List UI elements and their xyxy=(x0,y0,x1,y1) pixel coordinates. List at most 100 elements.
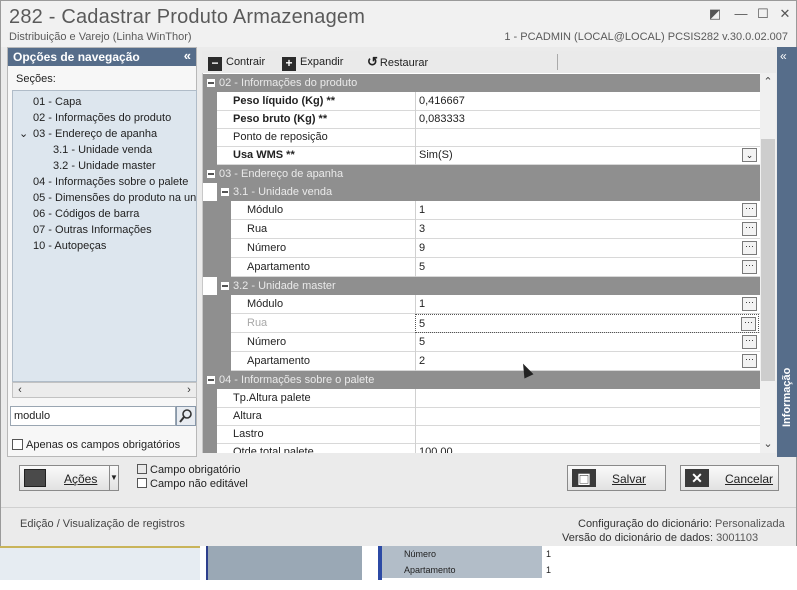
nav-header-title: Opções de navegação xyxy=(13,50,140,64)
subcategory-unidade-master[interactable]: 3.2 - Unidade master xyxy=(217,277,760,295)
collapse-icon[interactable] xyxy=(207,376,215,384)
scroll-up-icon[interactable]: ⌃ xyxy=(760,75,776,89)
peso-bruto-field[interactable]: 0,083333 xyxy=(415,110,759,129)
field-value: 3 xyxy=(419,223,426,235)
collapse-nav-icon[interactable]: « xyxy=(184,48,191,63)
tree-item-autopecas[interactable]: 10 - Autopeças xyxy=(33,238,106,254)
close-icon[interactable]: ✕ xyxy=(775,5,795,23)
category-palete[interactable]: 04 - Informações sobre o palete xyxy=(203,371,760,389)
tree-item-codigos-barra[interactable]: 06 - Códigos de barra xyxy=(33,206,139,222)
altura-field[interactable] xyxy=(415,407,759,426)
row-master-modulo: Módulo 1 ··· xyxy=(203,295,760,314)
field-value: 5 xyxy=(419,261,426,273)
tree-item-capa[interactable]: 01 - Capa xyxy=(33,94,81,110)
ellipsis-button[interactable]: ··· xyxy=(742,297,757,311)
subcategory-unidade-venda[interactable]: 3.1 - Unidade venda xyxy=(217,183,760,201)
checkbox-box[interactable] xyxy=(12,439,23,450)
restore-icon: ↺ xyxy=(367,54,378,69)
maximize-icon[interactable]: ☐ xyxy=(753,5,773,23)
master-modulo-field[interactable]: 1 ··· xyxy=(415,295,759,314)
scrollbar-thumb[interactable] xyxy=(761,139,775,381)
usa-wms-select[interactable]: Sim(S) ⌄ xyxy=(415,146,759,165)
tree-item-info-produto[interactable]: 02 - Informações do produto xyxy=(33,110,171,126)
required-only-label: Apenas os campos obrigatórios xyxy=(26,439,181,451)
legend-not-editable-label: Campo não editável xyxy=(150,478,248,490)
restore-button[interactable]: ↺ Restaurar xyxy=(367,53,428,71)
tp-altura-palete-field[interactable] xyxy=(415,389,759,408)
ellipsis-button[interactable]: ··· xyxy=(741,317,756,331)
ellipsis-button[interactable]: ··· xyxy=(742,260,757,274)
navigation-panel: Opções de navegação « Seções: 01 - Capa … xyxy=(7,47,197,457)
tree-expand-icon[interactable]: ⌄ xyxy=(19,126,28,142)
collapse-icon[interactable] xyxy=(221,188,229,196)
ellipsis-button[interactable]: ··· xyxy=(742,203,757,217)
main-window: 282 - Cadastrar Produto Armazenagem Dist… xyxy=(0,0,797,547)
master-rua-field[interactable]: 5 ··· xyxy=(415,314,759,333)
row-label: Peso líquido (Kg) ** xyxy=(233,95,336,107)
collapse-icon[interactable] xyxy=(207,170,215,178)
scroll-down-icon[interactable]: ⌄ xyxy=(760,437,776,451)
property-grid: 02 - Informações do produto Peso líquido… xyxy=(202,73,760,453)
row-venda-rua: Rua 3 ··· xyxy=(203,220,760,239)
qtde-total-palete-field[interactable]: 100,00 xyxy=(415,443,759,453)
ellipsis-button[interactable]: ··· xyxy=(742,354,757,368)
session-info: 1 - PCADMIN (LOCAL@LOCAL) PCSIS282 v.30.… xyxy=(504,31,788,43)
expand-info-icon[interactable]: « xyxy=(780,49,787,63)
field-value: 2 xyxy=(419,355,426,367)
minimize-icon[interactable]: — xyxy=(731,5,751,23)
grid-toolbar: − Contrair + Expandir ↺ Restaurar xyxy=(202,51,776,73)
edit-window-icon[interactable]: ◩ xyxy=(705,5,725,23)
info-panel-label: Informação xyxy=(781,367,793,427)
row-venda-numero: Número 9 ··· xyxy=(203,239,760,258)
scroll-left-icon[interactable]: ‹ xyxy=(13,383,27,397)
tree-horizontal-scrollbar[interactable]: ‹ › xyxy=(12,382,197,398)
category-endereco-apanha[interactable]: 03 - Endereço de apanha xyxy=(203,165,760,183)
master-numero-field[interactable]: 5 ··· xyxy=(415,333,759,352)
dropdown-arrow-icon[interactable]: ▼ xyxy=(109,466,118,490)
search-button[interactable] xyxy=(176,406,196,426)
tree-item-unidade-venda[interactable]: 3.1 - Unidade venda xyxy=(53,142,152,158)
required-only-checkbox[interactable]: Apenas os campos obrigatórios xyxy=(12,439,180,451)
row-label: Módulo xyxy=(247,204,284,216)
category-info-produto[interactable]: 02 - Informações do produto xyxy=(203,74,760,92)
scroll-right-icon[interactable]: › xyxy=(182,383,196,397)
peso-liquido-field[interactable]: 0,416667 xyxy=(415,92,759,111)
row-label: Apartamento xyxy=(247,355,310,367)
tree-item-dimensoes[interactable]: 05 - Dimensões do produto na unid xyxy=(33,190,196,206)
actions-button[interactable]: Ações ▼ xyxy=(19,465,119,491)
row-qtde-total-palete: Qtde total palete 100,00 xyxy=(203,443,760,453)
collapse-all-button[interactable]: − Contrair xyxy=(208,53,265,71)
venda-apartamento-field[interactable]: 5 ··· xyxy=(415,258,759,277)
collapse-icon[interactable] xyxy=(221,282,229,290)
save-label: Salvar xyxy=(612,472,647,486)
search-input[interactable]: modulo xyxy=(10,406,176,426)
row-label: Número xyxy=(247,336,287,348)
row-peso-bruto: Peso bruto (Kg) ** 0,083333 xyxy=(203,110,760,129)
chevron-down-icon[interactable]: ⌄ xyxy=(742,148,757,162)
ellipsis-button[interactable]: ··· xyxy=(742,241,757,255)
ponto-reposicao-field[interactable] xyxy=(415,128,759,147)
save-button[interactable]: ▣ Salvar xyxy=(567,465,666,491)
tree-item-palete[interactable]: 04 - Informações sobre o palete xyxy=(33,174,188,190)
ellipsis-button[interactable]: ··· xyxy=(742,222,757,236)
window-title: 282 - Cadastrar Produto Armazenagem xyxy=(9,6,366,28)
tree-item-unidade-master[interactable]: 3.2 - Unidade master xyxy=(53,158,156,174)
info-side-panel[interactable]: « Informação xyxy=(777,47,797,457)
tree-item-endereco-apanha[interactable]: 03 - Endereço de apanha xyxy=(33,126,157,142)
field-value: 1 xyxy=(419,298,426,310)
grid-vertical-scrollbar[interactable]: ⌃ ⌄ xyxy=(760,73,776,453)
venda-modulo-field[interactable]: 1 ··· xyxy=(415,201,759,220)
master-apartamento-field[interactable]: 2 ··· xyxy=(415,352,759,371)
category-label: 02 - Informações do produto xyxy=(219,77,358,89)
venda-numero-field[interactable]: 9 ··· xyxy=(415,239,759,258)
ellipsis-button[interactable]: ··· xyxy=(742,335,757,349)
cancel-button[interactable]: ✕ Cancelar xyxy=(680,465,779,491)
row-label: Módulo xyxy=(247,298,284,310)
lastro-field[interactable] xyxy=(415,425,759,444)
row-master-numero: Número 5 ··· xyxy=(203,333,760,352)
collapse-icon[interactable] xyxy=(207,79,215,87)
venda-rua-field[interactable]: 3 ··· xyxy=(415,220,759,239)
expand-all-button[interactable]: + Expandir xyxy=(282,53,343,71)
row-ponto-reposicao: Ponto de reposição xyxy=(203,128,760,147)
tree-item-outras-info[interactable]: 07 - Outras Informações xyxy=(33,222,152,238)
